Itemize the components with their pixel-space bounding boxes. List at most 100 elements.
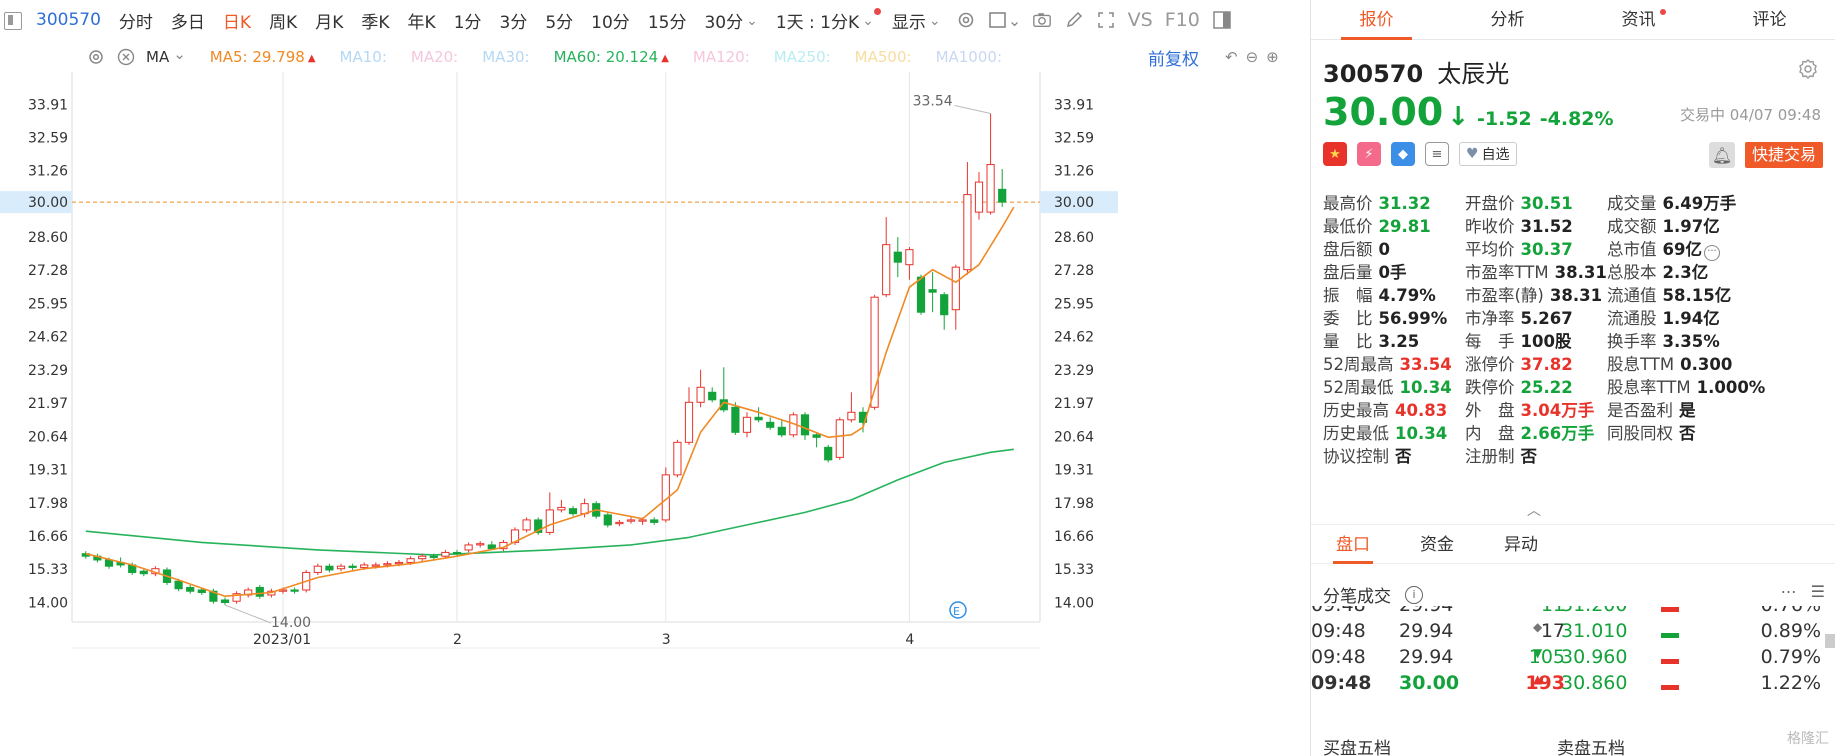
ma-legend-item[interactable]: MA10: xyxy=(340,48,387,66)
ma-legend-item[interactable]: MA1000: xyxy=(936,48,1002,66)
y-tick-label-right: 15.33 xyxy=(1054,562,1094,578)
stat-value: 40.83 xyxy=(1395,401,1448,420)
x-tick-label: 2023/01 xyxy=(253,632,311,648)
subtab-orderbook[interactable]: 盘口 xyxy=(1311,525,1395,564)
ma-legend-label: MA250: xyxy=(773,48,831,66)
tick-list[interactable]: 09:4829.9411▼31.2000.76%09:4829.9417◆31.… xyxy=(1311,606,1835,726)
chevron-down-icon[interactable]: ⌄ xyxy=(1008,10,1021,30)
tab-quote[interactable]: 报价 xyxy=(1311,0,1442,40)
settings-icon[interactable] xyxy=(956,10,976,30)
camera-icon[interactable] xyxy=(1032,10,1052,30)
ma-legend-item[interactable]: MA20: xyxy=(411,48,458,66)
fullscreen-icon[interactable] xyxy=(1096,10,1116,30)
stock-header: 300570 太辰光 xyxy=(1323,54,1509,89)
stat-value: 31.52 xyxy=(1520,217,1573,236)
period-tab-yearly[interactable]: 年K xyxy=(399,8,445,33)
kline-chart[interactable]: 33.91 33.91 32.59 32.59 31.26 31.26 30.00 30.00… xyxy=(0,72,1308,756)
tab-analysis[interactable]: 分析 xyxy=(1442,0,1573,39)
stat-value: 1.94亿 xyxy=(1662,309,1720,328)
lightning-icon[interactable]: ⚡ xyxy=(1357,142,1381,166)
add-watchlist-button[interactable]: ♥ 自选 xyxy=(1459,142,1517,166)
stat-cell: 流通值 58.15亿 xyxy=(1607,282,1731,306)
tab-quote-label: 报价 xyxy=(1359,10,1394,30)
zoom-out-icon[interactable]: ⊖ xyxy=(1246,48,1259,66)
stat-value: 否 xyxy=(1395,447,1412,466)
period-tab-monthly[interactable]: 月K xyxy=(306,8,352,33)
ma-legend-item[interactable]: MA500: xyxy=(855,48,912,66)
panel-settings-icon[interactable] xyxy=(1797,58,1819,80)
candle-body xyxy=(824,446,833,461)
zoom-in-icon[interactable]: ⊕ xyxy=(1266,48,1279,66)
period-tab-10min[interactable]: 10分 xyxy=(582,8,639,33)
y-tick-label-left: 23.29 xyxy=(28,363,68,379)
period-tab-weekly[interactable]: 周K xyxy=(260,8,306,33)
box-select-icon[interactable] xyxy=(988,10,1008,30)
period-tab-1min[interactable]: 1分 xyxy=(445,8,491,33)
stat-cell: 涨停价 37.82 xyxy=(1465,351,1573,375)
list-icon[interactable]: ☰ xyxy=(1811,582,1825,601)
collapse-chevron-icon[interactable]: ︿ xyxy=(1527,500,1541,520)
display-dropdown[interactable]: 显示 xyxy=(883,8,950,33)
period-tab-5min[interactable]: 5分 xyxy=(536,8,582,33)
pencil-icon[interactable] xyxy=(1064,10,1084,30)
undo-icon[interactable]: ↶ xyxy=(1225,48,1238,66)
ma-close-icon[interactable] xyxy=(116,47,136,67)
candle-body xyxy=(615,521,624,525)
f10-button[interactable]: F10 xyxy=(1159,9,1206,31)
stat-value: 2.3亿 xyxy=(1662,263,1709,282)
subtab-capital[interactable]: 资金 xyxy=(1395,525,1479,563)
period-dropdown-30min[interactable]: 30分 xyxy=(695,8,766,33)
quick-trade-button[interactable]: 快捷交易 xyxy=(1744,142,1823,168)
stat-label: 昨收价 xyxy=(1465,217,1515,236)
candle-body xyxy=(731,406,740,433)
tab-news[interactable]: 资讯 xyxy=(1573,0,1704,39)
document-icon[interactable]: ≡ xyxy=(1425,142,1449,166)
alert-bell-icon[interactable]: 🔔︎ xyxy=(1709,142,1735,168)
candle-body xyxy=(951,266,960,311)
range-dropdown[interactable]: 1天 : 1分K xyxy=(767,7,883,33)
scrollbar[interactable] xyxy=(1825,634,1835,648)
tag-icon[interactable]: ◆ xyxy=(1391,142,1415,166)
stat-value: 33.54 xyxy=(1399,355,1452,374)
period-tab-15min[interactable]: 15分 xyxy=(639,8,696,33)
stat-cell: 成交额 1.97亿 xyxy=(1607,213,1720,237)
vs-button[interactable]: VS xyxy=(1122,9,1159,31)
period-tab-3min[interactable]: 3分 xyxy=(491,8,537,33)
stat-label: 最高价 xyxy=(1323,194,1373,213)
stat-cell: 昨收价 31.52 xyxy=(1465,213,1573,237)
period-tab-quarterly[interactable]: 季K xyxy=(352,8,398,33)
china-flag-icon[interactable]: ★ xyxy=(1323,142,1347,166)
tab-comments[interactable]: 评论 xyxy=(1704,0,1835,39)
more-icon[interactable]: ⋯ xyxy=(1781,582,1797,601)
sidebar-toggle-icon[interactable] xyxy=(1212,10,1232,30)
candle-body xyxy=(963,194,972,271)
candle-body xyxy=(974,181,984,213)
ma-legend-item[interactable]: MA120: xyxy=(693,48,750,66)
period-tab-daily[interactable]: 日K xyxy=(214,8,260,33)
candle-body xyxy=(360,564,369,568)
y-tick-label-left: 32.59 xyxy=(28,130,68,146)
ma-settings-icon[interactable] xyxy=(86,47,106,67)
period-tab-multiday[interactable]: 多日 xyxy=(162,8,214,33)
ma-legend-item[interactable]: MA30: xyxy=(482,48,529,66)
stat-label: 跌停价 xyxy=(1465,378,1515,397)
info-icon[interactable]: i xyxy=(1405,585,1423,604)
news-dot xyxy=(1660,9,1666,15)
subtab-movement[interactable]: 异动 xyxy=(1479,525,1563,563)
ma-type-dropdown[interactable]: MA xyxy=(146,48,186,66)
tab-news-label: 资讯 xyxy=(1621,10,1656,30)
x-tick-label: 2 xyxy=(453,632,462,648)
candle-body xyxy=(313,565,322,573)
stat-value: 1.97亿 xyxy=(1662,217,1720,236)
candle-body xyxy=(986,164,995,213)
ma-legend-item[interactable]: MA5: 29.798 ▲ xyxy=(210,48,316,66)
stat-value: 0手 xyxy=(1378,263,1407,282)
ma-legend-item[interactable]: MA250: xyxy=(774,48,831,66)
tick-tools: ⋯ ☰ xyxy=(1781,582,1825,601)
candle-body xyxy=(893,251,902,263)
period-tab-fenshi[interactable]: 分时 xyxy=(110,8,162,33)
candle-body xyxy=(766,421,775,428)
stat-cell: 跌停价 25.22 xyxy=(1465,374,1573,398)
ma-legend-item[interactable]: MA60: 20.124 ▲ xyxy=(554,48,669,66)
adjust-dropdown[interactable]: 前复权 xyxy=(1148,45,1199,70)
